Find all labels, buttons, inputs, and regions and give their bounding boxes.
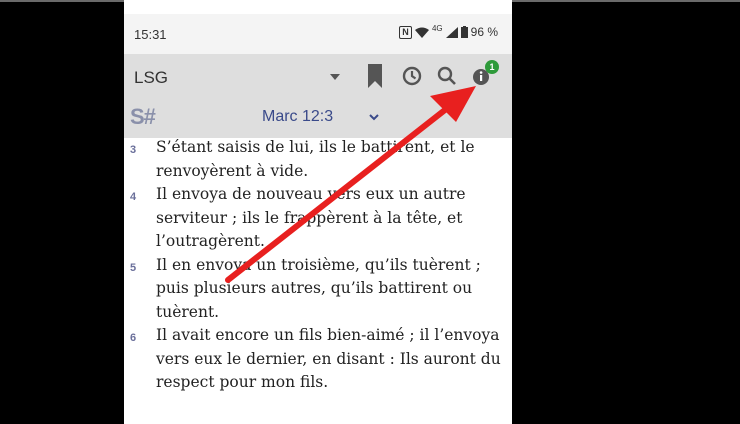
passage-reference[interactable]: Marc 12:3: [262, 108, 333, 126]
status-bar: 15:31 N 4G 96 %: [124, 14, 512, 54]
bible-version-selector[interactable]: LSG: [134, 68, 168, 88]
verse-text: Il en envoya un troisième, qu’ils tuèren…: [156, 255, 481, 321]
verse[interactable]: 3 S’étant saisis de lui, ils le battiren…: [124, 136, 512, 183]
verse[interactable]: 5 Il en envoya un troisième, qu’ils tuèr…: [124, 254, 512, 325]
wifi-icon: [414, 27, 429, 38]
chevron-down-icon[interactable]: [367, 110, 381, 124]
battery-level: 96 %: [470, 25, 498, 39]
battery-icon: [460, 26, 468, 38]
status-time: 15:31: [134, 27, 167, 42]
search-icon[interactable]: [437, 66, 457, 86]
status-icons: N 4G 96 %: [398, 23, 498, 39]
verse-number: 3: [130, 144, 137, 156]
bookmark-icon[interactable]: [367, 64, 383, 88]
network-type: 4G: [431, 23, 443, 33]
verse-text: Il avait encore un fils bien-aimé ; il l…: [156, 326, 501, 391]
verse[interactable]: 4 Il envoya de nouveau vers eux un autre…: [124, 183, 512, 254]
app-logo: S#: [130, 104, 156, 129]
verse-list: 3 S’étant saisis de lui, ils le battiren…: [124, 136, 512, 395]
badge-count: 1: [489, 62, 495, 72]
history-clock-icon[interactable]: [402, 66, 422, 86]
verse[interactable]: 6 Il avait encore un fils bien-aimé ; il…: [124, 324, 512, 395]
phone-screen: 15:31 N 4G 96 % LSG 1 S# Marc 12:3 3 S’é…: [124, 0, 512, 424]
app-toolbar: LSG 1 S# Marc 12:3: [124, 54, 512, 138]
notification-badge: 1: [485, 60, 499, 74]
verse-number: 4: [130, 191, 137, 203]
verse-number: 5: [130, 261, 137, 274]
verse-number: 6: [130, 332, 137, 344]
nfc-icon: N: [398, 25, 412, 39]
dropdown-arrow-icon[interactable]: [330, 74, 340, 80]
cell-signal-icon: [445, 26, 458, 38]
verse-text: Il envoya de nouveau vers eux un autre s…: [156, 185, 466, 250]
verse-text: S’étant saisis de lui, ils le battirent,…: [156, 138, 475, 180]
